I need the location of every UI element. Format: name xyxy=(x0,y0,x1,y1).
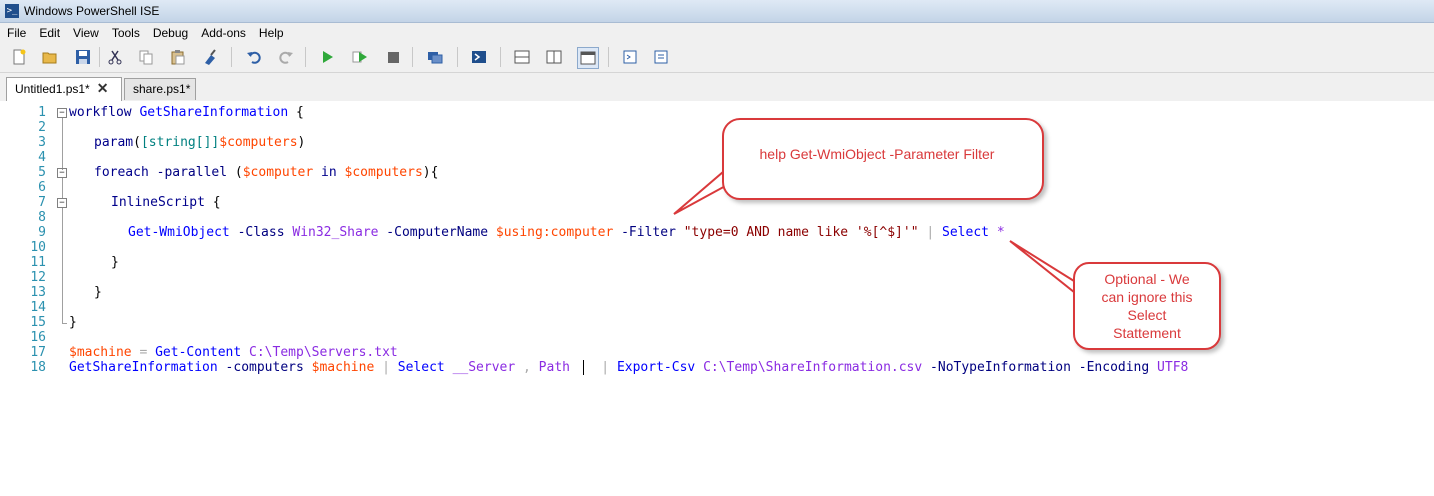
callout-filter-help: help Get-WmiObject -Parameter Filter xyxy=(722,118,1044,200)
callout-text: help Get-WmiObject -Parameter Filter xyxy=(759,146,995,162)
annotation-arrows xyxy=(673,158,1086,303)
callout-text: Optional - We can ignore this Select Sta… xyxy=(1101,271,1193,341)
callout-optional-select: Optional - We can ignore this Select Sta… xyxy=(1073,262,1221,350)
